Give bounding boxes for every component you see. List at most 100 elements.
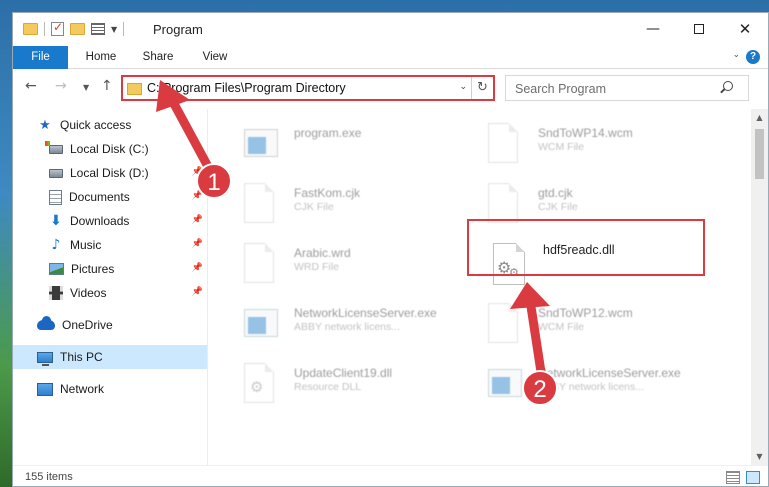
search-icon[interactable] [723,81,733,91]
file-name: program.exe [294,126,362,140]
maximize-icon [694,23,704,34]
sidebar-item-label: OneDrive [62,318,113,332]
doc-icon [244,243,278,285]
dll-gear-icon: ⚙ [244,363,278,405]
file-name: Arabic.wrd [294,246,351,260]
tab-view[interactable]: View [197,46,233,69]
tab-file[interactable]: File [13,46,68,69]
disk-icon [45,140,63,154]
minimize-button[interactable]: — [630,13,676,44]
sidebar-item-label: Network [60,382,105,396]
properties-check-icon[interactable] [51,20,64,36]
disk-icon [49,168,63,178]
videos-icon [49,286,63,300]
this-pc-icon [37,351,53,366]
exe-icon [244,123,278,165]
customize-toolbar-icon[interactable]: ▼ [111,25,117,34]
file-type: WCM File [538,141,585,153]
doc-icon [488,123,522,165]
file-type: WCM File [538,321,585,333]
address-path[interactable]: C:\Program Files\Program Directory [147,81,346,95]
pin-icon[interactable]: 📌 [192,215,203,225]
sidebar-item-this-pc[interactable]: This PC [13,345,207,369]
sidebar-item-videos[interactable]: Videos 📌 [13,281,207,305]
sidebar-item-downloads[interactable]: ⬇ Downloads 📌 [13,209,207,233]
new-folder-icon[interactable] [70,23,85,35]
network-icon [37,382,53,396]
sidebar-item-pictures[interactable]: Pictures 📌 [13,257,207,281]
sidebar-item-label: Local Disk (C:) [70,142,149,156]
large-icons-view-icon[interactable] [746,471,760,484]
file-list: program.exe SndToWP14.wcm WCM File FastK… [208,109,743,465]
sidebar-item-label: Documents [69,190,130,204]
scrollbar-thumb[interactable] [755,129,764,179]
file-type: WRD File [294,261,339,273]
list-item[interactable]: FastKom.cjk CJK File [244,183,484,237]
pin-icon[interactable]: 📌 [192,239,203,249]
onedrive-icon [37,316,55,330]
scroll-up-icon[interactable]: ▲ [751,109,768,126]
file-name: UpdateClient19.dll [294,366,393,380]
recent-locations-button[interactable]: ▼ [83,83,89,92]
sidebar-item-label: Local Disk (D:) [70,166,149,180]
window-title: Program [153,22,203,37]
sidebar-item-network[interactable]: Network [13,377,207,401]
tab-share[interactable]: Share [138,46,178,69]
sidebar-item-local-disk-d[interactable]: Local Disk (D:) 📌 [13,161,207,185]
sidebar-item-label: Videos [70,286,107,300]
music-icon: ♪ [51,237,61,253]
list-item[interactable]: program.exe [244,123,484,177]
file-type: Resource DLL [294,381,362,393]
sidebar-item-label: Downloads [70,214,130,228]
star-icon: ★ [39,117,51,133]
file-type: CJK File [538,201,578,213]
pin-icon[interactable]: 📌 [192,263,203,273]
file-name: gtd.cjk [538,186,573,200]
address-bar[interactable]: C:\Program Files\Program Directory ⌄ ↻ [121,75,495,101]
sidebar-item-label: Music [70,238,102,252]
search-box[interactable]: Search Program [505,75,749,101]
file-name: SndToWP14.wcm [538,126,633,140]
sidebar-item-onedrive[interactable]: OneDrive [13,313,207,337]
navigation-pane: ★ Quick access Local Disk (C:) Local Dis… [13,109,207,465]
list-item[interactable]: ⚙ UpdateClient19.dll Resource DLL [244,363,484,417]
expand-ribbon-icon[interactable]: ⌄ [732,50,740,60]
maximize-button[interactable] [676,13,722,44]
toolbar-separator [44,22,45,36]
step-1-badge: 1 [196,163,232,199]
forward-button[interactable]: → [55,78,67,94]
details-view-icon[interactable] [726,471,740,484]
sidebar-item-label: Pictures [71,262,115,276]
list-item[interactable]: NetworkLicenseServer.exe ABBY network li… [244,303,484,357]
refresh-button[interactable]: ↻ [471,77,493,99]
up-button[interactable]: ↑ [101,78,113,94]
quick-access-toolbar: ▼ [23,20,125,36]
back-button[interactable]: ← [25,78,37,94]
close-button[interactable]: ✕ [722,13,768,44]
search-input[interactable]: Search Program [515,82,606,96]
help-icon[interactable]: ? [746,50,760,64]
scroll-down-icon[interactable]: ▼ [751,448,768,465]
list-item[interactable]: SndToWP12.wcm WCM File [488,303,728,357]
list-item[interactable]: Arabic.wrd WRD File [244,243,484,297]
download-icon: ⬇ [50,213,62,229]
file-name: FastKom.cjk [294,186,361,200]
sidebar-item-documents[interactable]: Documents 📌 [13,185,207,209]
file-type: ABBY network licens... [294,321,401,333]
toolbar-separator [123,22,125,36]
pin-icon[interactable]: 📌 [192,287,203,297]
doc-icon [244,183,278,225]
chevron-down-icon[interactable]: ⌄ [459,82,467,92]
sidebar-item-music[interactable]: ♪ Music 📌 [13,233,207,257]
file-name: SndToWP12.wcm [538,306,633,320]
folder-icon [23,23,38,35]
highlight-box [467,219,705,276]
rename-icon[interactable] [91,23,105,35]
tab-home[interactable]: Home [81,46,121,69]
list-item[interactable]: SndToWP14.wcm WCM File [488,123,728,177]
file-type: CJK File [294,201,334,213]
folder-icon [127,83,142,95]
vertical-scrollbar[interactable]: ▲ ▼ [751,109,768,465]
sidebar-item-local-disk-c[interactable]: Local Disk (C:) [13,137,207,161]
sidebar-item-quick-access[interactable]: ★ Quick access [13,113,207,137]
